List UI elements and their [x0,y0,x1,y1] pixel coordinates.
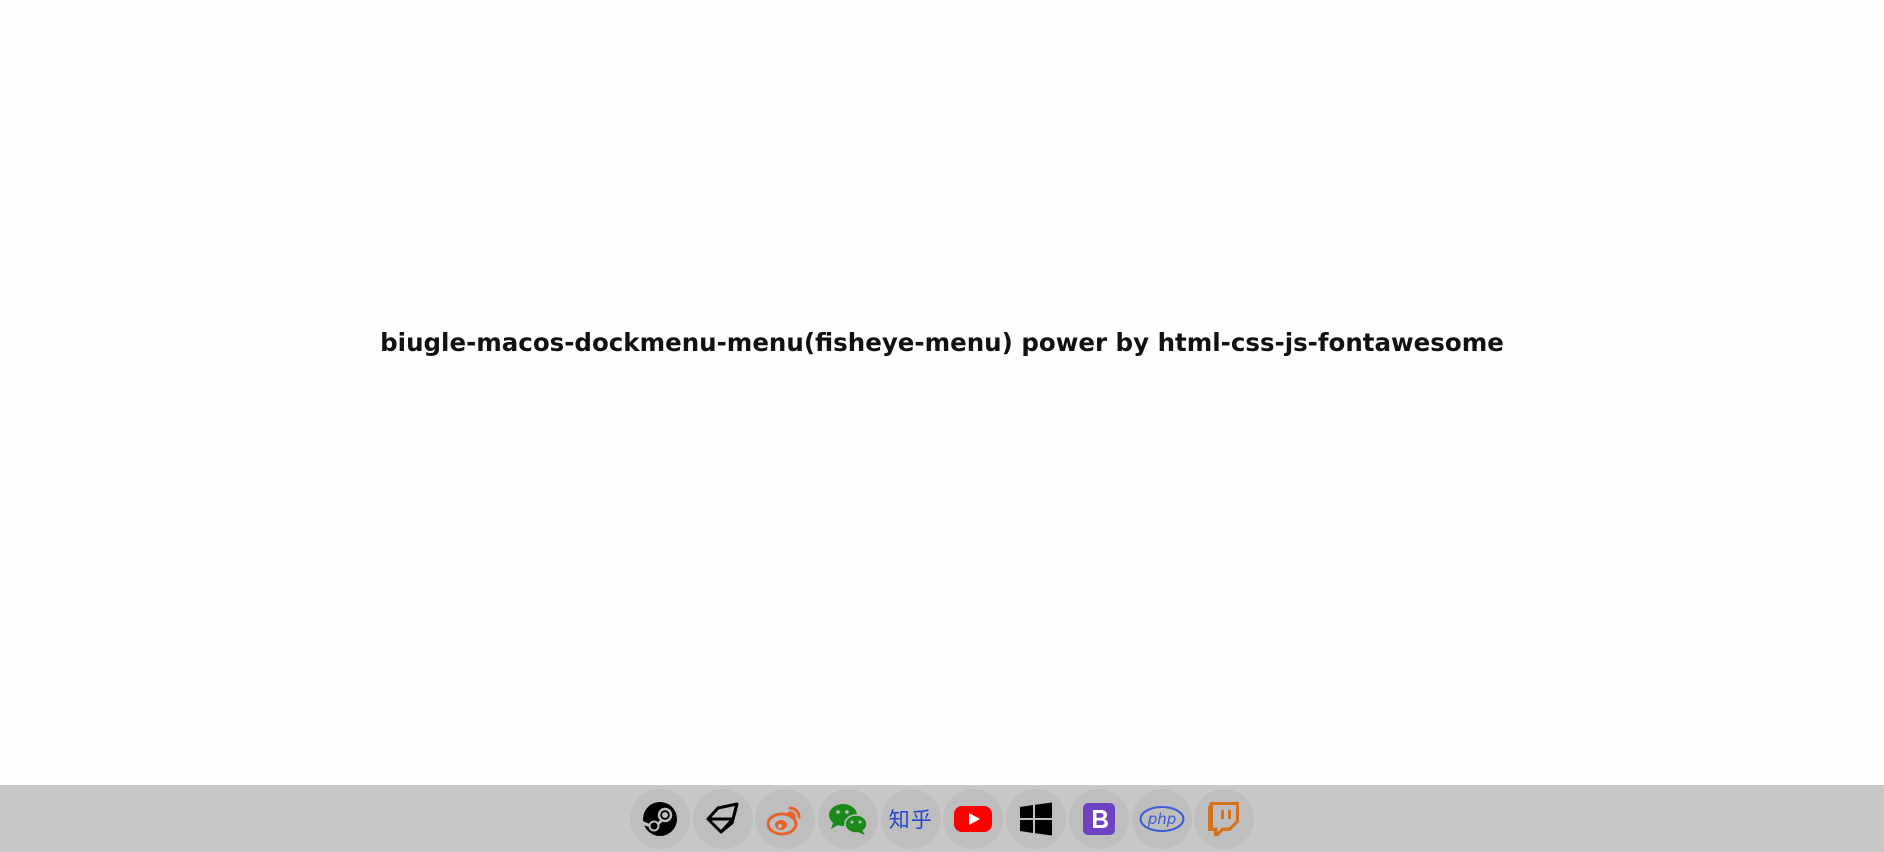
dock-item-steam[interactable] [630,789,690,849]
dock-item-unity[interactable] [692,789,753,849]
dock-item-php[interactable]: php [1131,789,1192,849]
steam-icon [643,802,677,836]
dock-item-wechat[interactable] [818,789,879,849]
dock-item-twitch[interactable] [1194,789,1255,849]
dock-item-zhihu[interactable]: 知乎 [880,789,941,849]
php-icon: php [1139,806,1184,832]
wechat-icon [829,804,868,835]
unity-icon [706,802,739,834]
php-label: php [1146,810,1176,828]
dock-item-youtube[interactable] [943,789,1004,849]
dock-item-bootstrap[interactable] [1068,789,1129,849]
dock-menu: 知乎 php [630,789,1257,849]
weibo-icon [766,806,801,836]
dock-item-weibo[interactable] [755,789,816,849]
windows-icon [1020,802,1053,836]
page-title: biugle-macos-dockmenu-menu(fisheye-menu)… [380,328,1504,357]
twitch-icon [1208,802,1240,836]
page: biugle-macos-dockmenu-menu(fisheye-menu)… [0,0,1884,852]
youtube-icon [954,806,993,832]
bootstrap-icon [1082,803,1115,835]
dock-item-windows[interactable] [1006,789,1067,849]
zhihu-icon: 知乎 [888,808,933,832]
